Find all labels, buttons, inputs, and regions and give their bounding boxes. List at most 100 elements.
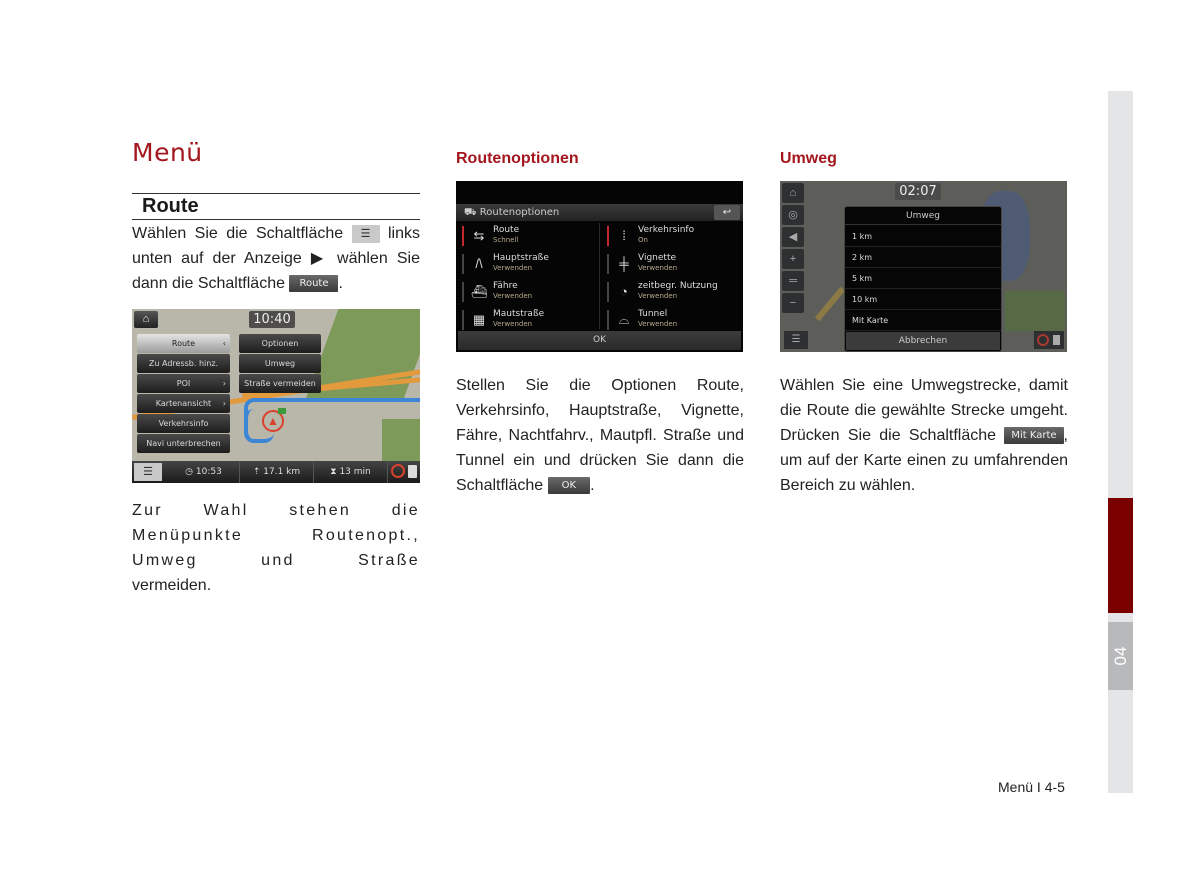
outro-end: vermeiden. xyxy=(132,577,212,594)
inline-ok-button: OK xyxy=(547,477,591,495)
detour-title: Umweg xyxy=(780,150,837,167)
mute-icon[interactable] xyxy=(1037,334,1049,346)
option-marker xyxy=(462,254,464,274)
toll-icon: ▦ xyxy=(472,312,486,327)
menu-map-view-button[interactable]: Kartenansicht › xyxy=(137,394,230,413)
section-title: Route xyxy=(142,195,199,217)
option-value: On xyxy=(638,236,648,244)
volume-button[interactable]: ◀ xyxy=(782,227,804,247)
option-marker xyxy=(607,310,609,330)
chapter-number: 04 xyxy=(1111,646,1130,666)
detour-option-10km[interactable]: 10 km xyxy=(845,289,1001,310)
tunnel-icon: ⌓ xyxy=(618,312,630,327)
option-marker xyxy=(607,282,609,302)
phone-icon[interactable] xyxy=(408,465,417,478)
intro-end: . xyxy=(338,275,343,292)
option-label: Fähre xyxy=(493,281,518,291)
clock: 02:07 xyxy=(895,183,941,200)
map-park xyxy=(1005,291,1065,331)
col1-outro: Zur Wahl stehen die Menüpunkte Routenopt… xyxy=(132,498,420,598)
zoom-in-button[interactable]: + xyxy=(782,249,804,269)
ok-button[interactable]: OK xyxy=(458,331,741,350)
col2-text: Stellen Sie die Optionen Route, Verkehrs… xyxy=(456,373,744,498)
menu-icon[interactable]: ☰ xyxy=(784,331,808,349)
time-restricted-road-icon: ◔ xyxy=(620,284,628,299)
option-main-road[interactable]: /\ Hauptstraße Verwenden xyxy=(456,250,596,278)
option-label: Hauptstraße xyxy=(493,253,549,263)
detour-screenshot: 02:07 ⌂ ◎ ◀ + ═ − ☰ Umweg 1 km 2 km 5 km… xyxy=(780,181,1067,352)
menu-route-button[interactable]: Route ‹ xyxy=(137,334,230,353)
option-marker xyxy=(462,282,464,302)
option-route[interactable]: ⇆ Route Schnell xyxy=(456,222,596,250)
menu-traffic-info-button[interactable]: Verkehrsinfo xyxy=(137,414,230,433)
duration-value: 13 min xyxy=(339,467,371,477)
option-toll-road[interactable]: ▦ Mautstraße Verwenden xyxy=(456,306,596,334)
option-value: Verwenden xyxy=(638,320,678,328)
col3-text: Wählen Sie eine Umwegstrecke, damit die … xyxy=(780,373,1068,498)
route-options-header: ⛟ Routenoptionen ↩ xyxy=(456,204,743,221)
chapter-tab: 04 xyxy=(1108,622,1133,690)
option-label: Vignette xyxy=(638,253,677,263)
menu-addressbook-label: Zu Adressb. hinz. xyxy=(148,359,219,368)
zoom-scale: ═ xyxy=(782,271,804,291)
option-value: Verwenden xyxy=(493,320,533,328)
detour-option-1km[interactable]: 1 km xyxy=(845,226,1001,247)
detour-option-5km[interactable]: 5 km xyxy=(845,268,1001,289)
detour-option-by-map[interactable]: Mit Karte xyxy=(845,310,1001,331)
inline-mit-karte-button: Mit Karte xyxy=(1004,427,1064,445)
option-vignette[interactable]: ╪ Vignette Verwenden xyxy=(601,250,741,278)
flag-icon xyxy=(278,408,286,414)
home-button[interactable]: ⌂ xyxy=(782,183,804,203)
options-divider xyxy=(599,223,600,329)
cancel-button[interactable]: Abbrechen xyxy=(846,332,1000,350)
text-end: . xyxy=(590,477,595,494)
option-value: Verwenden xyxy=(493,264,533,272)
option-traffic-info[interactable]: ⁞ Verkehrsinfo On xyxy=(601,222,741,250)
back-icon[interactable]: ↩ xyxy=(714,205,740,220)
distance-icon: ⇡ xyxy=(252,467,264,477)
road-icon: /\ xyxy=(475,256,483,271)
map-road xyxy=(814,286,846,322)
detour-option-2km[interactable]: 2 km xyxy=(845,247,1001,268)
chevron-right-icon: › xyxy=(222,399,226,408)
chevron-left-icon: ‹ xyxy=(222,339,226,348)
mute-icon[interactable] xyxy=(391,464,405,478)
submenu-detour-button[interactable]: Umweg xyxy=(239,354,321,373)
route-options-screenshot: ⛟ Routenoptionen ↩ ⇆ Route Schnell ⁞ Ver… xyxy=(456,181,743,352)
menu-stop-navigation-button[interactable]: Navi unterbrechen xyxy=(137,434,230,453)
menu-stop-nav-label: Navi unterbrechen xyxy=(146,439,221,448)
option-value: Verwenden xyxy=(638,264,678,272)
option-value: Verwenden xyxy=(638,292,678,300)
intro-text-1: Wählen Sie die Schaltfläche xyxy=(132,225,344,242)
col1-intro: Wählen Sie die Schaltfläche ☰ links unte… xyxy=(132,221,420,296)
arrival-value: 10:53 xyxy=(195,467,222,477)
option-value: Schnell xyxy=(493,236,519,244)
home-button[interactable]: ⌂ xyxy=(134,311,158,328)
menu-poi-button[interactable]: POI › xyxy=(137,374,230,393)
menu-icon: ☰ xyxy=(351,224,380,243)
phone-icon[interactable] xyxy=(1053,335,1060,345)
outro-text: Zur Wahl stehen die Menüpunkte Routenopt… xyxy=(132,502,420,569)
submenu-avoid-road-button[interactable]: Straße vermeiden xyxy=(239,374,321,393)
option-tunnel[interactable]: ⌓ Tunnel Verwenden xyxy=(601,306,741,334)
zoom-out-button[interactable]: − xyxy=(782,293,804,313)
option-time-restricted[interactable]: ◔ zeitbegr. Nutzung Verwenden xyxy=(601,278,741,306)
option-ferry[interactable]: ⛴ Fähre Verwenden xyxy=(456,278,596,306)
option-value: Verwenden xyxy=(493,292,533,300)
option-marker xyxy=(607,254,609,274)
option-label: Mautstraße xyxy=(493,309,545,319)
menu-add-to-addressbook-button[interactable]: Zu Adressb. hinz. xyxy=(137,354,230,373)
menu-traffic-label: Verkehrsinfo xyxy=(158,419,209,428)
menu-map-view-label: Kartenansicht xyxy=(155,399,212,408)
mute-phone-icons[interactable] xyxy=(1034,331,1064,349)
traffic-icon: ⁞ xyxy=(622,228,626,243)
menu-icon[interactable]: ☰ xyxy=(134,463,162,481)
submenu-options-button[interactable]: Optionen xyxy=(239,334,321,353)
clock-icon: ◷ xyxy=(185,467,196,477)
option-marker xyxy=(607,226,609,246)
chevron-right-icon: › xyxy=(222,379,226,388)
status-bar: ☰ ◷ 10:53 ⇡ 17.1 km ⧗ 13 min xyxy=(132,461,420,483)
gps-button[interactable]: ◎ xyxy=(782,205,804,225)
dialog-title: Umweg xyxy=(845,207,1001,225)
submenu-options-label: Optionen xyxy=(261,339,299,348)
